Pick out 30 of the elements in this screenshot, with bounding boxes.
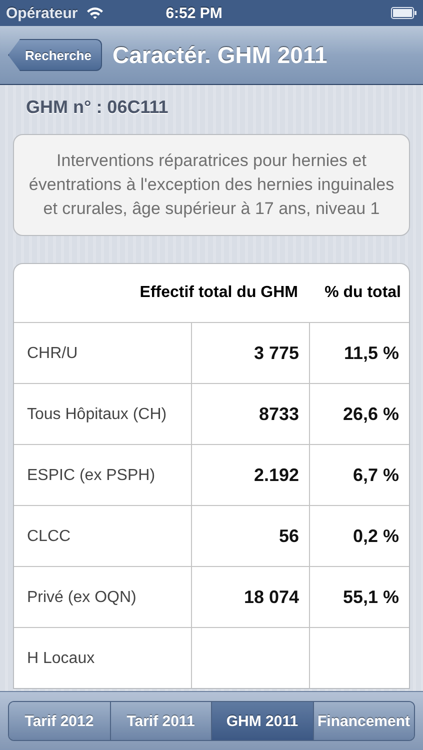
screen-title: Caractér. GHM 2011 — [112, 42, 328, 68]
wifi-icon — [86, 6, 104, 20]
tab[interactable]: Tarif 2012 — [9, 702, 110, 740]
table-cell-text: H Locaux — [27, 648, 95, 668]
table-cell: 18 074 — [244, 586, 299, 608]
table-cell: 3 775 — [254, 342, 299, 364]
tab[interactable]: Financement — [312, 702, 414, 740]
table-cell: 55,1 % — [342, 586, 399, 608]
back-button[interactable]: Recherche — [8, 39, 102, 71]
ghm-number: GHM n° : 06C111 — [26, 97, 170, 118]
table-cell: 26,6 % — [342, 404, 399, 424]
column-header: Effectif total du GHM — [138, 283, 299, 303]
table-cell: 56 — [278, 526, 299, 546]
table-cell: 2.192 — [254, 464, 299, 486]
table-cell-text: Tous Hôpitaux (CH) — [27, 404, 167, 424]
description-box: Interventions réparatrices pour hernies et éventrations à l'exception des hernies inguinales et crurales, âge supérieur à 17 ans, niveau 1 — [13, 134, 410, 236]
tab[interactable]: GHM 2011 — [211, 702, 312, 740]
battery-icon — [391, 7, 417, 19]
table-cell-text: Privé (ex OQN) — [27, 588, 136, 608]
table-cell-text: ESPIC (ex PSPH) — [27, 466, 156, 486]
carrier-name: Opérateur — [6, 4, 78, 22]
table-cell: 6,7 % — [352, 464, 399, 486]
table-cell-text: CLCC — [27, 526, 71, 546]
column-header: % du total — [324, 283, 402, 303]
clock: 6:52 PM — [166, 4, 222, 22]
table-cell-text: CHR/U — [27, 344, 78, 364]
table-cell: 8733 — [258, 404, 299, 424]
table-cell: 11,5 % — [344, 342, 399, 364]
tab[interactable]: Tarif 2011 — [110, 702, 211, 740]
table-cell: 0,2 % — [352, 526, 399, 546]
